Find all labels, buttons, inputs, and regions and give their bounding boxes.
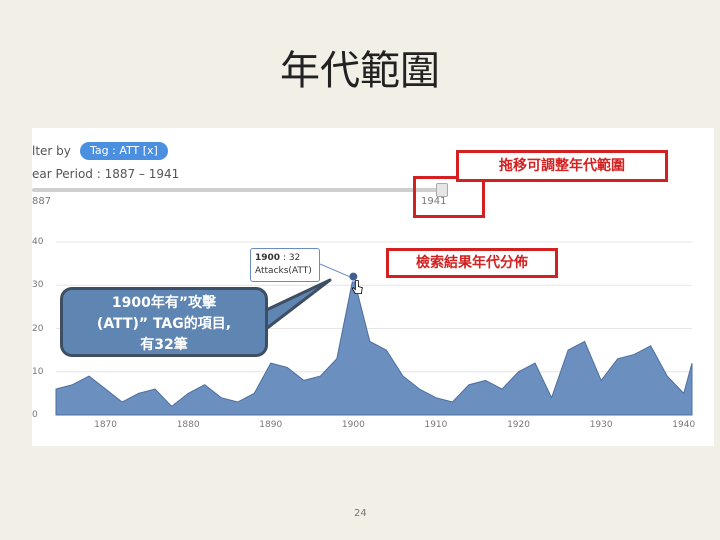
callout-bubble: 1900年有”攻擊 (ATT)” TAG的項目, 有32筆 — [60, 287, 268, 357]
highlight-point — [348, 271, 359, 282]
x-tick-label: 1890 — [259, 420, 282, 430]
tooltip-count: : 32 — [282, 253, 301, 263]
x-tick-label: 1870 — [94, 420, 117, 430]
tooltip-connector — [319, 263, 350, 278]
callout-line: (ATT)” TAG的項目, — [96, 316, 232, 332]
x-tick-label: 1920 — [507, 420, 530, 430]
page-number: 24 — [354, 508, 367, 519]
tooltip-year: 1900 — [255, 253, 281, 263]
x-tick-label: 1940 — [672, 420, 695, 430]
x-tick-label: 1910 — [424, 420, 447, 430]
slide-title: 年代範圍 — [280, 48, 440, 94]
x-tick-label: 1880 — [177, 420, 200, 430]
tooltip-series: Attacks(ATT) — [255, 266, 312, 276]
callout-line: 有32筆 — [140, 337, 188, 353]
x-tick-label: 1930 — [590, 420, 613, 430]
range-end-highlight — [413, 176, 485, 218]
chart-tooltip: 1900 : 32 Attacks(ATT) — [250, 248, 320, 282]
callout-line: 1900年有”攻擊 — [111, 295, 217, 311]
result-distribution-annotation: 檢索結果年代分佈 — [386, 248, 558, 278]
drag-adjust-annotation: 拖移可調整年代範圍 — [456, 150, 668, 182]
x-tick-label: 1900 — [342, 420, 365, 430]
